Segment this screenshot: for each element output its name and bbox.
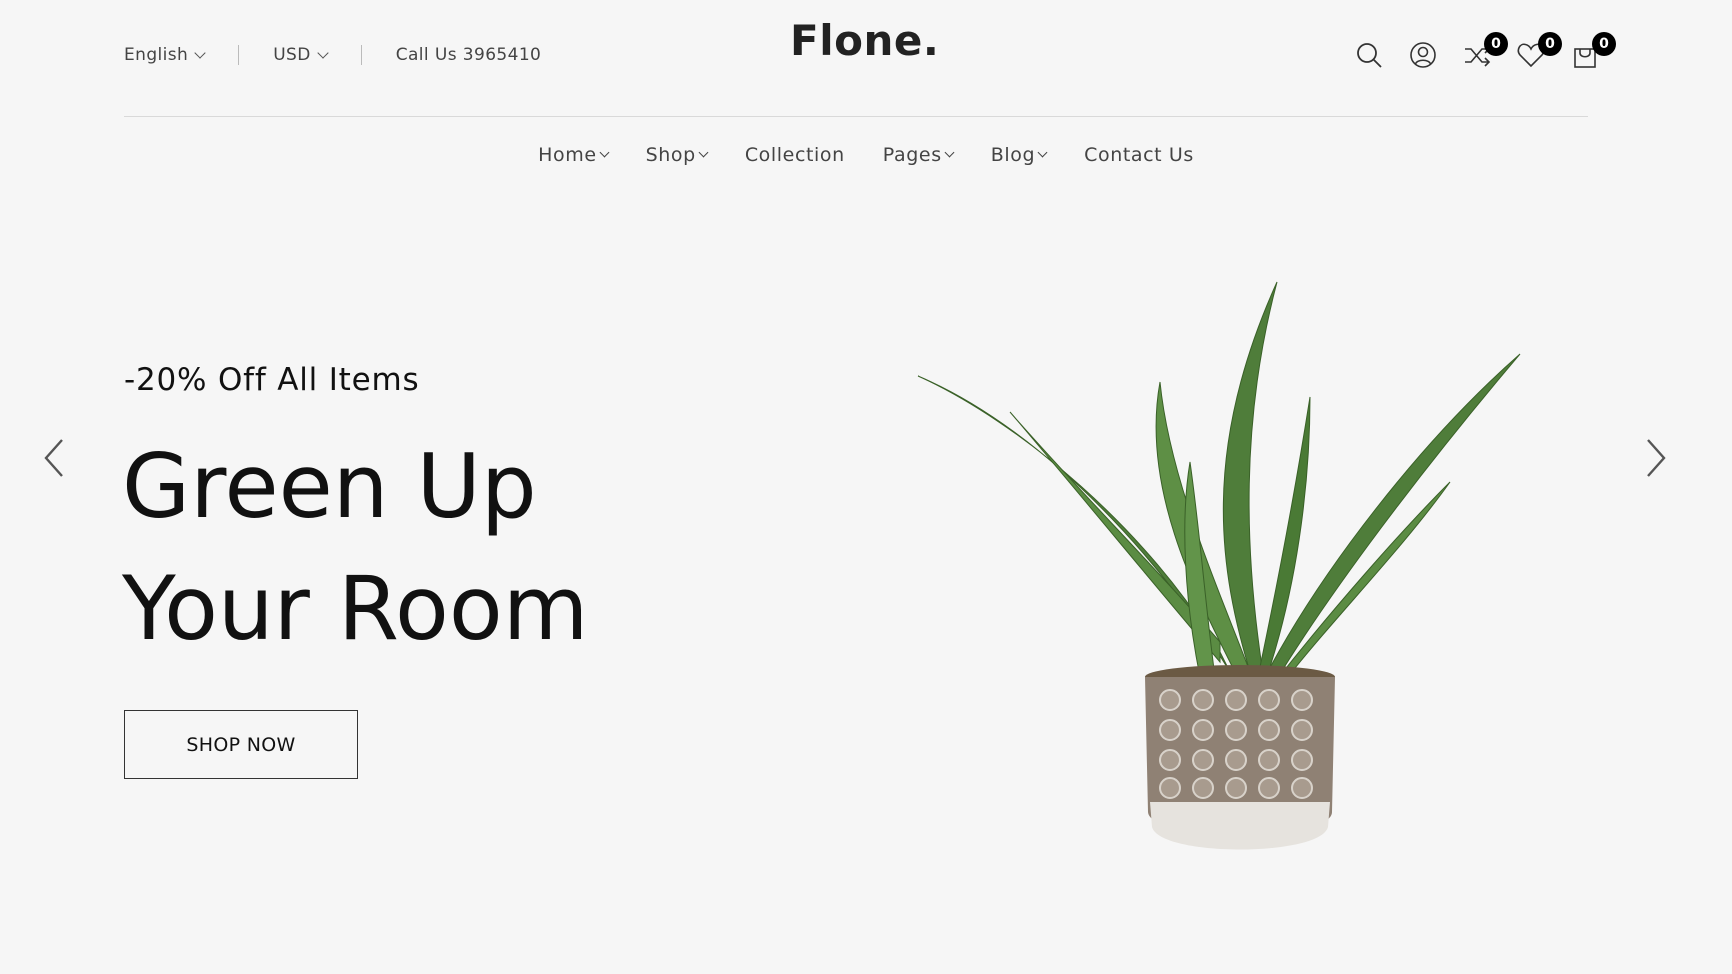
header-top-bar: English USD Call Us 3965410 Flone. 0 0 0 (124, 0, 1616, 117)
chevron-down-icon (599, 147, 610, 158)
wishlist-button[interactable]: 0 (1516, 32, 1562, 72)
currency-selector[interactable]: USD (273, 45, 329, 65)
user-icon (1410, 42, 1436, 68)
nav-item-home[interactable]: Home (538, 144, 610, 166)
chevron-down-icon (1037, 147, 1048, 158)
hero-title-line-1: Green Up (122, 435, 537, 538)
cart-button[interactable]: 0 (1570, 32, 1616, 72)
chevron-down-icon (194, 46, 206, 59)
search-button[interactable] (1354, 40, 1386, 72)
nav-item-pages[interactable]: Pages (882, 144, 955, 166)
shop-now-button[interactable]: SHOP NOW (124, 710, 358, 779)
main-navigation: Home Shop Collection Pages Blog Contact … (0, 138, 1732, 172)
compare-count-badge: 0 (1484, 32, 1508, 56)
hero-title-line-2: Your Room (122, 557, 589, 660)
wishlist-count-badge: 0 (1538, 32, 1562, 56)
nav-item-shop[interactable]: Shop (645, 144, 709, 166)
nav-item-label: Contact Us (1084, 144, 1194, 166)
nav-item-collection[interactable]: Collection (745, 144, 845, 166)
nav-item-label: Home (538, 144, 597, 166)
plant-image (917, 281, 1521, 850)
account-button[interactable] (1408, 40, 1440, 72)
hero-title: Green Up Your Room (122, 426, 588, 670)
nav-item-label: Shop (645, 144, 696, 166)
language-selector[interactable]: English (124, 45, 206, 65)
slider-next-button[interactable] (1638, 432, 1674, 484)
nav-item-contact[interactable]: Contact Us (1084, 144, 1194, 166)
nav-item-label: Pages (882, 144, 942, 166)
hero-subtitle: -20% Off All Items (124, 362, 420, 398)
currency-label: USD (273, 45, 311, 65)
nav-item-label: Blog (990, 144, 1036, 166)
cart-count-badge: 0 (1592, 32, 1616, 56)
search-icon (1357, 43, 1382, 68)
chevron-down-icon (698, 147, 709, 158)
chevron-down-icon (317, 46, 329, 59)
chevron-left-icon (44, 439, 63, 477)
divider (360, 45, 362, 65)
site-logo[interactable]: Flone. (790, 16, 939, 65)
phone-text: Call Us 3965410 (395, 45, 542, 65)
divider (238, 45, 240, 65)
chevron-right-icon (1647, 439, 1666, 477)
language-label: English (124, 45, 189, 65)
header-left-group: English USD Call Us 3965410 (124, 42, 541, 68)
slider-prev-button[interactable] (36, 432, 72, 484)
header-icons: 0 0 0 (1332, 32, 1616, 76)
nav-item-label: Collection (744, 144, 845, 166)
nav-item-blog[interactable]: Blog (990, 144, 1048, 166)
compare-button[interactable]: 0 (1462, 32, 1508, 72)
chevron-down-icon (944, 147, 955, 158)
